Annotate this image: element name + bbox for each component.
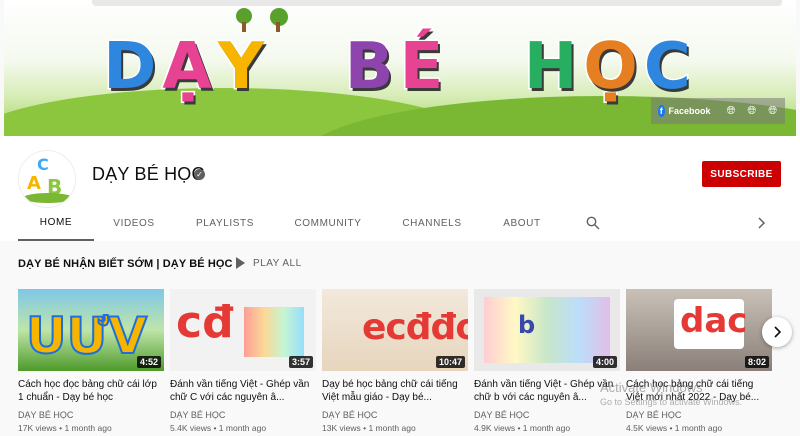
play-icon bbox=[236, 257, 245, 269]
thumbnail-letters: cđ bbox=[176, 297, 234, 348]
video-meta: 4.5K views • 1 month ago bbox=[626, 423, 723, 433]
video-title[interactable]: Cách học đọc bảng chữ cái lớp 1 chuẩn - … bbox=[18, 378, 164, 404]
video-duration: 4:52 bbox=[136, 356, 161, 368]
banner-letter: H bbox=[522, 29, 584, 106]
tree-decoration bbox=[236, 8, 252, 32]
subscribe-button[interactable]: SUBSCRIBE bbox=[702, 161, 781, 187]
globe-icon[interactable]: 🌐︎ bbox=[727, 105, 736, 117]
tab-playlists[interactable]: PLAYLISTS bbox=[186, 206, 264, 241]
chevron-right-icon bbox=[774, 326, 782, 338]
avatar-grass bbox=[23, 193, 73, 203]
search-icon[interactable] bbox=[586, 216, 600, 230]
avatar-letter: C bbox=[37, 155, 49, 174]
banner-letter: É bbox=[398, 29, 450, 106]
chevron-right-icon[interactable] bbox=[754, 216, 768, 230]
avatar-letter: A bbox=[27, 173, 41, 194]
alphabet-chart bbox=[244, 307, 304, 357]
video-meta: 5.4K views • 1 month ago bbox=[170, 423, 267, 433]
video-card[interactable]: ecđđơ 10:47 Dạy bé học bảng chữ cái tiến… bbox=[322, 289, 468, 433]
thumbnail-letters: b bbox=[518, 311, 536, 339]
globe-icon[interactable]: 🌐︎ bbox=[768, 105, 777, 117]
video-title[interactable]: Đánh vần tiếng Việt - Ghép vần chữ b với… bbox=[474, 378, 620, 404]
play-all-button[interactable]: PLAY ALL bbox=[236, 257, 302, 269]
channel-tabs: HOME VIDEOS PLAYLISTS COMMUNITY CHANNELS… bbox=[0, 206, 800, 241]
watermark-line2: Go to Settings to activate Windows. bbox=[600, 397, 743, 407]
banner-letter: Ọ bbox=[582, 29, 644, 106]
tab-channels[interactable]: CHANNELS bbox=[392, 206, 472, 241]
banner-social-links: f Facebook 🌐︎ 🌐︎ 🌐︎ bbox=[651, 98, 785, 124]
facebook-link[interactable]: Facebook bbox=[669, 106, 711, 116]
video-duration: 3:57 bbox=[288, 356, 313, 368]
avatar[interactable]: C A B bbox=[18, 150, 76, 208]
play-all-label: PLAY ALL bbox=[253, 257, 302, 269]
video-meta: 4.9K views • 1 month ago bbox=[474, 423, 571, 433]
channel-name: DẠY BÉ HỌC bbox=[92, 164, 205, 184]
tab-community[interactable]: COMMUNITY bbox=[284, 206, 372, 241]
tab-about[interactable]: ABOUT bbox=[492, 206, 552, 241]
tab-videos[interactable]: VIDEOS bbox=[100, 206, 168, 241]
video-thumbnail[interactable]: dac 8:02 bbox=[626, 289, 772, 371]
video-card[interactable]: cđ 3:57 Đánh vần tiếng Việt - Ghép vần c… bbox=[170, 289, 316, 433]
carousel-next-button[interactable] bbox=[762, 317, 792, 347]
banner-letter: Y bbox=[216, 29, 271, 106]
verified-check-icon: ✓ bbox=[194, 169, 205, 180]
facebook-icon[interactable]: f bbox=[658, 105, 665, 117]
video-channel[interactable]: DẠY BÉ HỌC bbox=[18, 410, 164, 420]
section-title[interactable]: DẠY BÉ NHẬN BIẾT SỚM | DẠY BÉ HỌC bbox=[18, 258, 233, 270]
channel-header: C A B DẠY BÉ HỌC ✓ SUBSCRIBE HOME VIDEOS… bbox=[0, 136, 800, 241]
video-title[interactable]: Đánh vần tiếng Việt - Ghép vần chữ C với… bbox=[170, 378, 316, 404]
banner-letter: C bbox=[642, 29, 697, 106]
video-duration: 10:47 bbox=[435, 356, 465, 368]
video-title[interactable]: Dạy bé học bảng chữ cái tiếng Việt mẫu g… bbox=[322, 378, 468, 404]
video-thumbnail[interactable]: cđ 3:57 bbox=[170, 289, 316, 371]
video-meta: 17K views • 1 month ago bbox=[18, 423, 112, 433]
tab-home[interactable]: HOME bbox=[18, 206, 94, 241]
banner-letter: Ạ bbox=[161, 29, 218, 106]
video-meta: 13K views • 1 month ago bbox=[322, 423, 416, 433]
thumbnail-letters: dac bbox=[680, 301, 748, 341]
video-card[interactable]: dac 8:02 Cách học bảng chữ cái tiếng Việ… bbox=[626, 289, 772, 433]
video-duration: 8:02 bbox=[744, 356, 769, 368]
banner-title: DẠY BÉ HỌC bbox=[4, 29, 796, 106]
video-duration: 4:00 bbox=[592, 356, 617, 368]
activate-windows-watermark: Activate Windows Go to Settings to activ… bbox=[600, 380, 742, 407]
video-channel[interactable]: DẠY BÉ HỌC bbox=[170, 410, 316, 420]
video-card[interactable]: UƯV 4:52 Cách học đọc bảng chữ cái lớp 1… bbox=[18, 289, 164, 433]
globe-icon[interactable]: 🌐︎ bbox=[747, 105, 756, 117]
youtube-channel-page: DẠY BÉ HỌC f Facebook 🌐︎ 🌐︎ 🌐︎ C A B DẠY… bbox=[0, 0, 800, 436]
video-channel[interactable]: DẠY BÉ HỌC bbox=[474, 410, 620, 420]
banner-letter: D bbox=[102, 29, 163, 106]
video-channel[interactable]: DẠY BÉ HỌC bbox=[626, 410, 772, 420]
video-channel[interactable]: DẠY BÉ HỌC bbox=[322, 410, 468, 420]
watermark-line1: Activate Windows bbox=[600, 380, 703, 395]
video-thumbnail[interactable]: UƯV 4:52 bbox=[18, 289, 164, 371]
banner-letter: B bbox=[343, 29, 400, 106]
thumbnail-letters: UƯV bbox=[25, 306, 148, 366]
alphabet-chart bbox=[484, 297, 610, 363]
video-thumbnail[interactable]: ecđđơ 10:47 bbox=[322, 289, 468, 371]
thumbnail-letters: ecđđơ bbox=[362, 307, 468, 348]
channel-banner: DẠY BÉ HỌC f Facebook 🌐︎ 🌐︎ 🌐︎ bbox=[4, 0, 796, 136]
video-thumbnail[interactable]: b 4:00 bbox=[474, 289, 620, 371]
banner-top-strip bbox=[92, 0, 782, 6]
tree-decoration bbox=[270, 8, 288, 32]
video-card[interactable]: b 4:00 Đánh vần tiếng Việt - Ghép vần ch… bbox=[474, 289, 620, 433]
